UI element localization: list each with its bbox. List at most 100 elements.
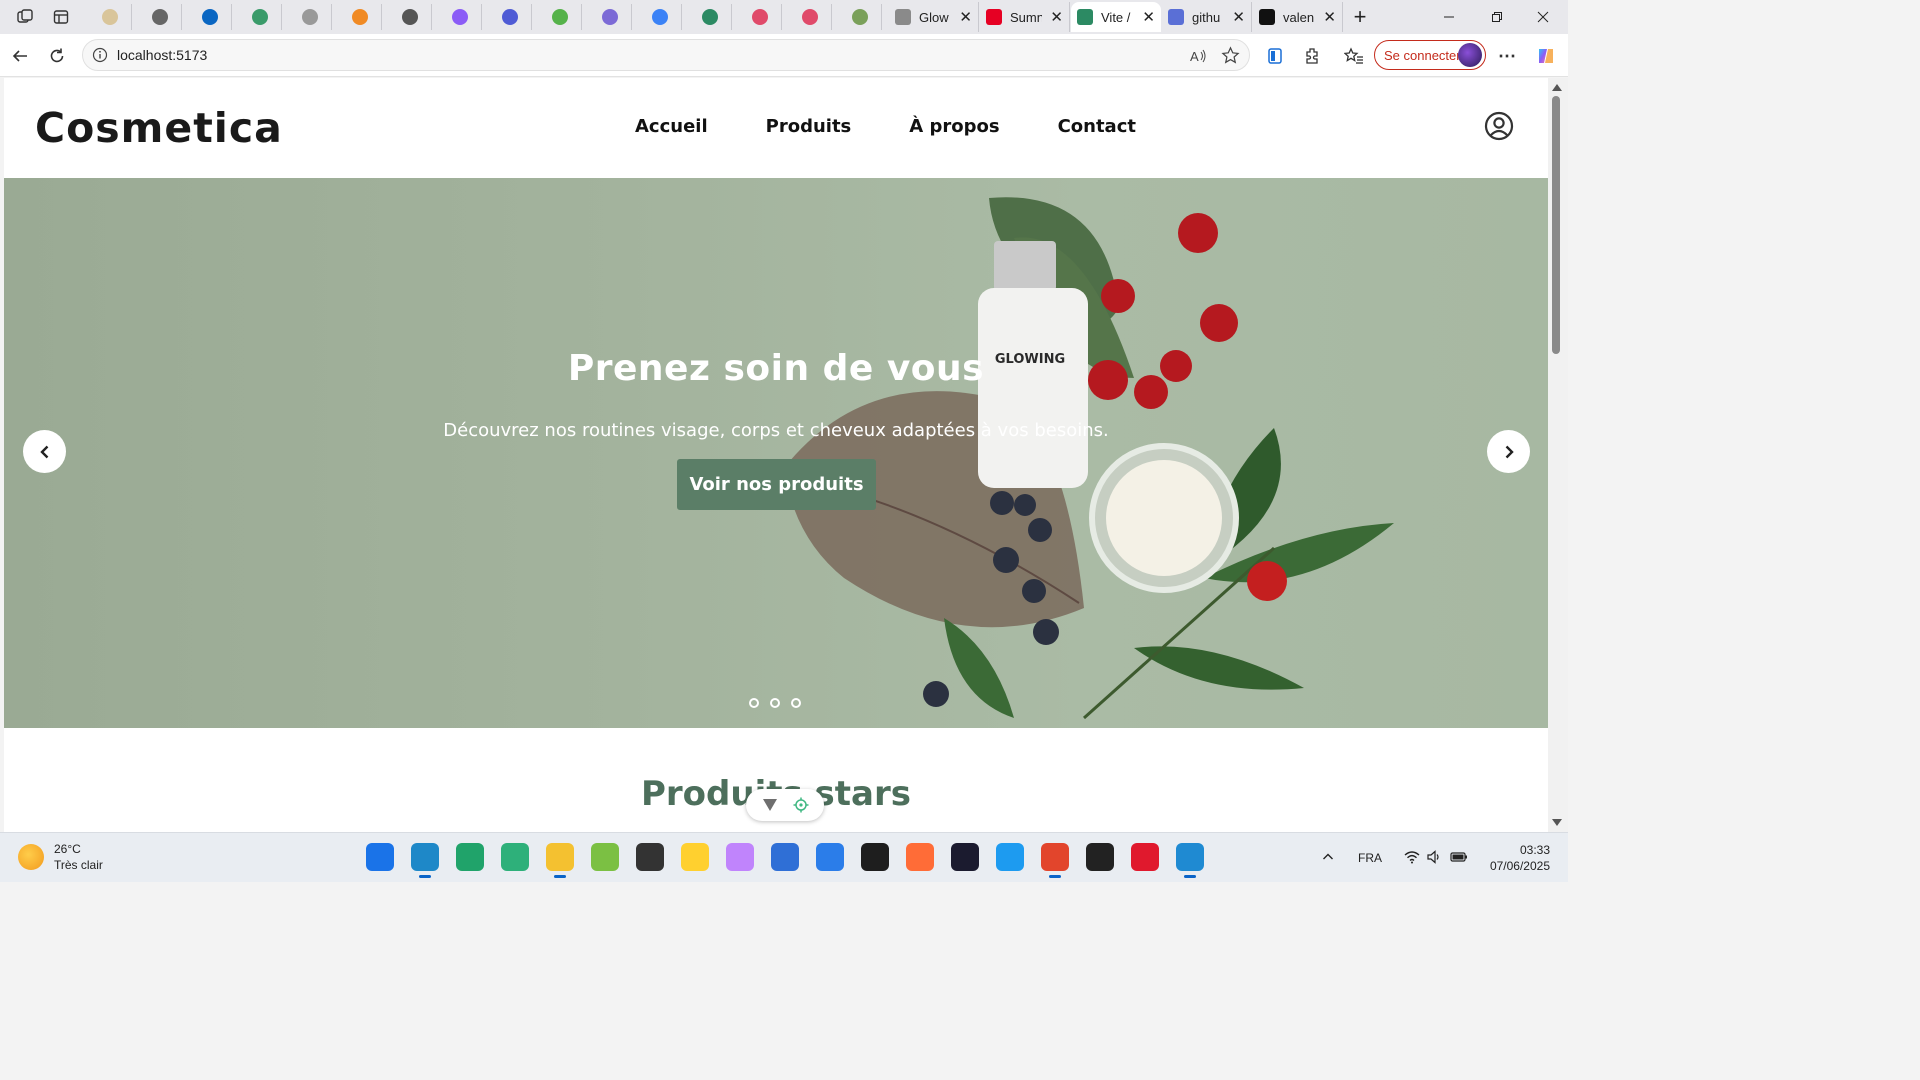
browser-tab[interactable]: Glow ✕ bbox=[889, 2, 979, 32]
nav-link-a-propos[interactable]: À propos bbox=[909, 116, 999, 137]
carousel-dot[interactable] bbox=[791, 698, 801, 708]
workspaces-icon[interactable] bbox=[14, 6, 36, 28]
app-dark-icon[interactable] bbox=[636, 843, 664, 871]
tab-favicon-icon bbox=[986, 9, 1002, 25]
read-aloud-icon[interactable]: A bbox=[1189, 47, 1207, 70]
pinned-tab[interactable] bbox=[488, 4, 532, 30]
scroll-up-arrow-icon[interactable] bbox=[1552, 84, 1562, 91]
hidden-icons-chevron-icon[interactable] bbox=[1322, 851, 1334, 866]
app-gem-icon[interactable] bbox=[726, 843, 754, 871]
close-tab-icon[interactable]: ✕ bbox=[959, 8, 972, 26]
tab-favicon-icon bbox=[1168, 9, 1184, 25]
file-explorer-icon[interactable] bbox=[546, 843, 574, 878]
start-menu-icon[interactable] bbox=[366, 843, 394, 871]
windows-taskbar: 26°C Très clair FRA 03:33 07/06/2025 bbox=[0, 832, 1568, 882]
site-info-icon[interactable] bbox=[92, 47, 108, 68]
back-icon[interactable] bbox=[7, 43, 33, 69]
pinned-tab[interactable] bbox=[338, 4, 382, 30]
split-screen-icon[interactable] bbox=[1262, 43, 1288, 69]
signin-button[interactable]: Se connecter bbox=[1374, 40, 1486, 70]
close-tab-icon[interactable]: ✕ bbox=[1050, 8, 1063, 26]
affinity-icon[interactable] bbox=[951, 843, 979, 871]
pinned-tab[interactable] bbox=[788, 4, 832, 30]
inspector-target-icon[interactable] bbox=[793, 797, 809, 813]
tab-favicon-icon bbox=[701, 9, 718, 25]
vue-devtools-icon[interactable] bbox=[762, 797, 778, 813]
carousel-prev-button[interactable] bbox=[23, 430, 66, 473]
favorite-star-icon[interactable] bbox=[1221, 46, 1240, 70]
edge-browser-icon[interactable] bbox=[411, 843, 439, 878]
volume-icon[interactable] bbox=[1426, 849, 1442, 867]
whiteboard-icon[interactable] bbox=[771, 843, 799, 871]
pinned-tab[interactable] bbox=[638, 4, 682, 30]
scroll-down-arrow-icon[interactable] bbox=[1552, 819, 1562, 826]
close-tab-icon[interactable]: ✕ bbox=[1323, 8, 1336, 26]
browser-tab[interactable]: valen ✕ bbox=[1253, 2, 1343, 32]
opera-icon[interactable] bbox=[1131, 843, 1159, 871]
office-icon[interactable] bbox=[1041, 843, 1069, 878]
tab-favicon-icon bbox=[601, 9, 618, 25]
system-clock[interactable]: 03:33 07/06/2025 bbox=[1478, 842, 1550, 874]
todo-icon[interactable] bbox=[816, 843, 844, 871]
carousel-next-button[interactable] bbox=[1487, 430, 1530, 473]
pinned-tab[interactable] bbox=[838, 4, 882, 30]
minimize-button[interactable] bbox=[1426, 0, 1472, 34]
figma-icon[interactable] bbox=[861, 843, 889, 871]
chevron-left-icon bbox=[39, 445, 48, 458]
tab-favicon-icon bbox=[801, 9, 818, 25]
pinned-tab[interactable] bbox=[438, 4, 482, 30]
restore-button[interactable] bbox=[1474, 0, 1520, 34]
extensions-icon[interactable] bbox=[1299, 43, 1325, 69]
miro-icon[interactable] bbox=[681, 843, 709, 871]
postman-icon[interactable] bbox=[906, 843, 934, 871]
close-tab-icon[interactable]: ✕ bbox=[1232, 8, 1245, 26]
app-blue-icon[interactable] bbox=[996, 843, 1024, 871]
carousel-dot[interactable] bbox=[749, 698, 759, 708]
pinned-tab[interactable] bbox=[288, 4, 332, 30]
wifi-icon[interactable] bbox=[1404, 850, 1420, 867]
tab-actions-icon[interactable] bbox=[50, 6, 72, 28]
close-window-button[interactable] bbox=[1520, 0, 1566, 34]
new-tab-button[interactable]: + bbox=[1349, 4, 1371, 29]
pinned-tab[interactable] bbox=[138, 4, 182, 30]
more-menu-icon[interactable]: ⋯ bbox=[1494, 43, 1520, 69]
pinned-tab[interactable] bbox=[738, 4, 782, 30]
address-bar[interactable]: localhost:5173 A bbox=[82, 39, 1250, 71]
browser-toolbar: localhost:5173 A Se connecter ⋯ bbox=[0, 34, 1568, 77]
pinned-tab[interactable] bbox=[538, 4, 582, 30]
battery-icon[interactable] bbox=[1450, 851, 1468, 866]
scrollbar-thumb[interactable] bbox=[1552, 96, 1560, 354]
carousel-dot[interactable] bbox=[770, 698, 780, 708]
site-logo[interactable]: Cosmetica bbox=[35, 104, 283, 152]
view-products-button[interactable]: Voir nos produits bbox=[677, 459, 876, 510]
nav-link-produits[interactable]: Produits bbox=[766, 116, 852, 137]
pinned-tab[interactable] bbox=[88, 4, 132, 30]
hero-carousel: GLOWING Prenez soin de vous Découvrez no… bbox=[4, 178, 1548, 728]
devtools-floating-toolbar[interactable] bbox=[746, 789, 824, 821]
app-w-icon[interactable] bbox=[1086, 843, 1114, 871]
pinned-tab[interactable] bbox=[688, 4, 732, 30]
app-green-diamond-icon[interactable] bbox=[501, 843, 529, 871]
cloud-app-icon[interactable] bbox=[591, 843, 619, 871]
browser-tab[interactable]: Sumn ✕ bbox=[980, 2, 1070, 32]
browser-tab[interactable]: Vite / ✕ bbox=[1071, 2, 1161, 32]
tab-favicon-icon bbox=[451, 9, 468, 25]
weather-widget[interactable]: 26°C Très clair bbox=[18, 841, 103, 873]
edge-dev-icon[interactable] bbox=[456, 843, 484, 871]
favorites-list-icon[interactable] bbox=[1341, 43, 1367, 69]
browser-tab[interactable]: githu ✕ bbox=[1162, 2, 1252, 32]
pinned-tab[interactable] bbox=[388, 4, 432, 30]
copilot-icon[interactable] bbox=[1533, 43, 1559, 69]
close-tab-icon[interactable]: ✕ bbox=[1142, 8, 1155, 26]
language-indicator[interactable]: FRA bbox=[1358, 851, 1382, 865]
pinned-tab[interactable] bbox=[188, 4, 232, 30]
user-account-icon[interactable] bbox=[1484, 111, 1514, 141]
pinned-tab[interactable] bbox=[238, 4, 282, 30]
vscode-icon[interactable] bbox=[1176, 843, 1204, 878]
pinned-tab[interactable] bbox=[588, 4, 632, 30]
refresh-icon[interactable] bbox=[44, 43, 70, 69]
page-scrollbar[interactable] bbox=[1548, 78, 1568, 832]
nav-link-accueil[interactable]: Accueil bbox=[635, 116, 708, 137]
url-text[interactable]: localhost:5173 bbox=[117, 47, 207, 63]
nav-link-contact[interactable]: Contact bbox=[1058, 116, 1136, 137]
